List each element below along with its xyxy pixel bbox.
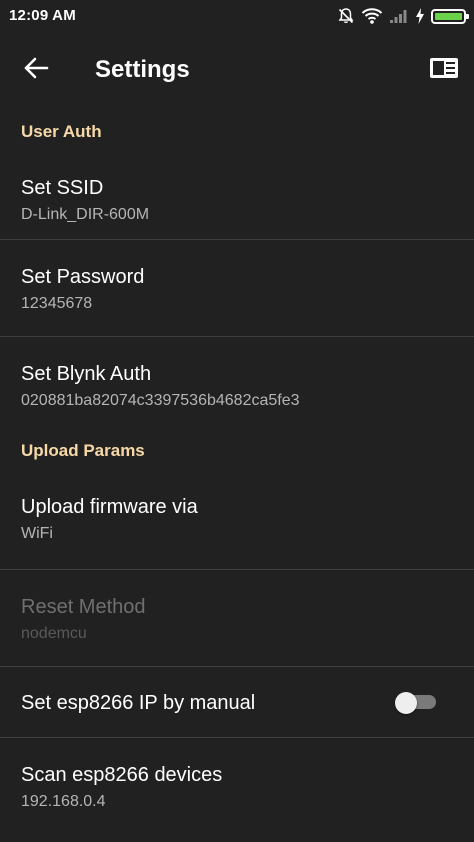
mute-notifications-icon bbox=[337, 7, 355, 25]
pref-title: Set Password bbox=[21, 266, 145, 288]
manual-ip-switch[interactable] bbox=[395, 692, 439, 714]
sidebar-panel-icon bbox=[429, 57, 459, 84]
status-time: 12:09 AM bbox=[9, 7, 76, 24]
pref-title: Set Blynk Auth bbox=[21, 363, 152, 385]
battery-tip bbox=[466, 13, 469, 19]
pref-reset-method: Reset Method nodemcu bbox=[0, 570, 474, 666]
pref-summary: 020881ba82074c3397536b4682ca5fe3 bbox=[21, 392, 300, 409]
pref-title: Set SSID bbox=[21, 177, 104, 199]
pref-summary: 12345678 bbox=[21, 295, 93, 312]
pref-scan-esp8266-devices[interactable]: Scan esp8266 devices 192.168.0.4 bbox=[0, 738, 474, 834]
pref-summary: nodemcu bbox=[21, 625, 87, 642]
pref-summary: WiFi bbox=[21, 525, 53, 542]
category-user-auth: User Auth bbox=[21, 122, 102, 141]
arrow-back-icon bbox=[23, 57, 49, 84]
settings-list: User Auth Set SSID D-Link_DIR-600M Set P… bbox=[0, 108, 474, 834]
pref-summary: 192.168.0.4 bbox=[21, 793, 106, 810]
switch-thumb bbox=[395, 692, 417, 714]
category-upload-params: Upload Params bbox=[21, 441, 145, 460]
pref-summary: D-Link_DIR-600M bbox=[21, 206, 150, 223]
pref-set-password[interactable]: Set Password 12345678 bbox=[0, 240, 474, 336]
page-title: Settings bbox=[95, 56, 190, 83]
panel-menu-button[interactable] bbox=[426, 52, 462, 88]
pref-title: Scan esp8266 devices bbox=[21, 764, 223, 786]
pref-title: Reset Method bbox=[21, 596, 146, 618]
pref-set-blynk-auth[interactable]: Set Blynk Auth 020881ba82074c3397536b468… bbox=[0, 337, 474, 431]
charging-bolt-icon bbox=[415, 8, 425, 24]
status-bar: 12:09 AM bbox=[0, 0, 474, 32]
back-button[interactable] bbox=[14, 48, 58, 92]
app-bar: Settings bbox=[0, 32, 474, 108]
cellular-signal-icon bbox=[389, 8, 409, 24]
pref-set-ssid[interactable]: Set SSID D-Link_DIR-600M bbox=[0, 154, 474, 239]
status-icons bbox=[337, 6, 469, 26]
pref-upload-firmware-via[interactable]: Upload firmware via WiFi bbox=[0, 473, 474, 569]
wifi-icon bbox=[361, 7, 383, 25]
battery-icon bbox=[431, 8, 469, 24]
pref-title: Upload firmware via bbox=[21, 496, 198, 518]
battery-level bbox=[435, 12, 462, 20]
pref-set-esp8266-ip-manual[interactable]: Set esp8266 IP by manual bbox=[0, 667, 474, 737]
